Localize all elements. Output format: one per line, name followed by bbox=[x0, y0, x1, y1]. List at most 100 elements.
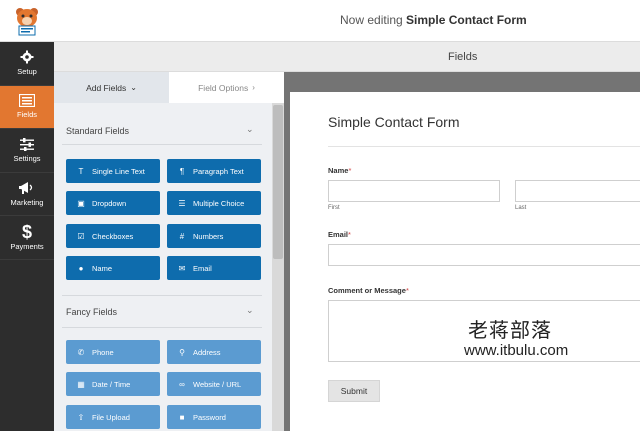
editing-form-name: Simple Contact Form bbox=[406, 13, 527, 27]
panel-tabs: Add Fields ⌄ Field Options › bbox=[54, 72, 284, 103]
field-button-label: Name bbox=[92, 263, 113, 273]
name-field-label: Name* bbox=[328, 166, 351, 175]
megaphone-icon bbox=[19, 181, 33, 194]
dropdown-icon: ▣ bbox=[77, 198, 85, 208]
field-button-label: Date / Time bbox=[92, 379, 131, 389]
comment-label-text: Comment or Message bbox=[328, 286, 406, 295]
wpforms-logo[interactable] bbox=[0, 0, 54, 42]
sidebar-item-settings[interactable]: Settings bbox=[0, 129, 54, 173]
field-button-website-url[interactable]: ∞ Website / URL bbox=[167, 372, 261, 396]
sidebar-item-label: Settings bbox=[13, 153, 41, 163]
panel-scrollbar[interactable] bbox=[272, 103, 284, 431]
text-t-icon: T bbox=[78, 166, 84, 176]
tab-add-fields[interactable]: Add Fields ⌄ bbox=[54, 72, 169, 103]
editing-title: Now editing Simple Contact Form bbox=[340, 13, 527, 27]
field-button-label: Numbers bbox=[193, 231, 224, 241]
watermark-title: 老蒋部落 bbox=[468, 318, 552, 342]
dollar-icon: $ bbox=[21, 221, 32, 242]
standard-fields-title[interactable]: Standard Fields bbox=[66, 126, 129, 136]
fancy-fields-title[interactable]: Fancy Fields bbox=[66, 307, 117, 317]
sliders-icon bbox=[20, 137, 34, 151]
section-divider bbox=[62, 144, 262, 145]
hash-icon: # bbox=[179, 231, 185, 241]
field-button-label: Website / URL bbox=[193, 379, 242, 389]
field-button-checkboxes[interactable]: ☑ Checkboxes bbox=[66, 224, 160, 248]
editing-prefix: Now editing bbox=[340, 13, 403, 27]
first-sublabel: First bbox=[328, 205, 340, 211]
bear-mascot-icon bbox=[16, 8, 38, 36]
chevron-down-icon: ⌄ bbox=[130, 83, 137, 92]
required-mark: * bbox=[405, 286, 409, 295]
section-divider bbox=[62, 295, 262, 296]
field-button-label: Dropdown bbox=[92, 198, 127, 208]
first-name-input[interactable] bbox=[328, 180, 500, 202]
sidebar-item-payments[interactable]: $ Payments bbox=[0, 216, 54, 260]
email-input[interactable] bbox=[328, 244, 640, 266]
envelope-icon: ✉ bbox=[178, 263, 186, 273]
field-button-file-upload[interactable]: ⇧ File Upload bbox=[66, 405, 160, 429]
field-button-numbers[interactable]: # Numbers bbox=[167, 224, 261, 248]
calendar-icon: ▦ bbox=[77, 379, 85, 389]
sidebar-item-fields[interactable]: Fields bbox=[0, 85, 54, 129]
link-icon: ∞ bbox=[179, 379, 185, 389]
field-button-paragraph-text[interactable]: ¶ Paragraph Text bbox=[167, 159, 261, 183]
gear-icon bbox=[20, 50, 34, 64]
form-title[interactable]: Simple Contact Form bbox=[328, 114, 459, 130]
upload-icon: ⇧ bbox=[77, 412, 85, 422]
tab-label: Add Fields bbox=[86, 82, 127, 93]
watermark-url: www.itbulu.com bbox=[464, 342, 569, 359]
sidebar-item-marketing[interactable]: Marketing bbox=[0, 173, 54, 216]
field-button-dropdown[interactable]: ▣ Dropdown bbox=[66, 191, 160, 215]
field-button-label: Paragraph Text bbox=[193, 166, 244, 176]
last-sublabel: Last bbox=[515, 205, 527, 211]
scrollbar-thumb[interactable] bbox=[273, 105, 283, 259]
list-icon: ☰ bbox=[178, 198, 186, 208]
field-button-single-line-text[interactable]: T Single Line Text bbox=[66, 159, 160, 183]
paragraph-icon: ¶ bbox=[179, 166, 185, 176]
tab-field-options[interactable]: Field Options › bbox=[169, 72, 284, 103]
field-button-label: Single Line Text bbox=[92, 166, 145, 176]
field-button-phone[interactable]: ✆ Phone bbox=[66, 340, 160, 364]
last-name-input[interactable] bbox=[515, 180, 640, 202]
field-button-name[interactable]: ● Name bbox=[66, 256, 160, 280]
form-title-divider bbox=[328, 146, 640, 147]
fields-section-header: Fields bbox=[54, 42, 640, 72]
builder-sidebar: Setup Fields Settings Marketing $ Paymen… bbox=[0, 42, 54, 431]
checkbox-icon: ☑ bbox=[77, 231, 85, 241]
top-bar: Now editing Simple Contact Form bbox=[0, 0, 640, 42]
field-button-label: Multiple Choice bbox=[193, 198, 245, 208]
name-label-text: Name bbox=[328, 166, 349, 175]
field-button-label: Checkboxes bbox=[92, 231, 134, 241]
sidebar-item-setup[interactable]: Setup bbox=[0, 42, 54, 86]
field-button-label: Phone bbox=[92, 347, 114, 357]
email-label-text: Email bbox=[328, 230, 349, 239]
field-button-label: Password bbox=[193, 412, 226, 422]
email-field-label: Email* bbox=[328, 230, 351, 239]
sidebar-item-label: Fields bbox=[16, 110, 37, 120]
field-button-password[interactable]: ■ Password bbox=[167, 405, 261, 429]
submit-button[interactable]: Submit bbox=[328, 380, 380, 402]
field-button-date-time[interactable]: ▦ Date / Time bbox=[66, 372, 160, 396]
required-mark: * bbox=[348, 166, 352, 175]
sidebar-item-label: Marketing bbox=[10, 197, 44, 207]
fields-header-title: Fields bbox=[448, 51, 478, 63]
chevron-right-icon: › bbox=[252, 83, 255, 92]
user-icon: ● bbox=[78, 263, 84, 273]
chevron-down-icon[interactable]: ⌄ bbox=[246, 124, 254, 135]
chevron-down-icon[interactable]: ⌄ bbox=[246, 305, 254, 316]
form-preview: Simple Contact Form Name* First Last Ema… bbox=[290, 92, 640, 431]
section-divider bbox=[62, 327, 262, 328]
field-button-label: File Upload bbox=[92, 412, 130, 422]
field-button-label: Email bbox=[193, 263, 212, 273]
field-panel: Add Fields ⌄ Field Options › Standard Fi… bbox=[54, 72, 284, 431]
field-button-email[interactable]: ✉ Email bbox=[167, 256, 261, 280]
required-mark: * bbox=[348, 230, 351, 239]
field-button-multiple-choice[interactable]: ☰ Multiple Choice bbox=[167, 191, 261, 215]
field-button-address[interactable]: ⚲ Address bbox=[167, 340, 261, 364]
comment-field-label: Comment or Message* bbox=[328, 286, 409, 295]
lock-icon: ■ bbox=[179, 412, 185, 422]
map-pin-icon: ⚲ bbox=[179, 347, 185, 357]
tab-label: Field Options bbox=[198, 82, 249, 93]
list-icon bbox=[19, 94, 35, 108]
sidebar-item-label: Payments bbox=[10, 241, 44, 251]
